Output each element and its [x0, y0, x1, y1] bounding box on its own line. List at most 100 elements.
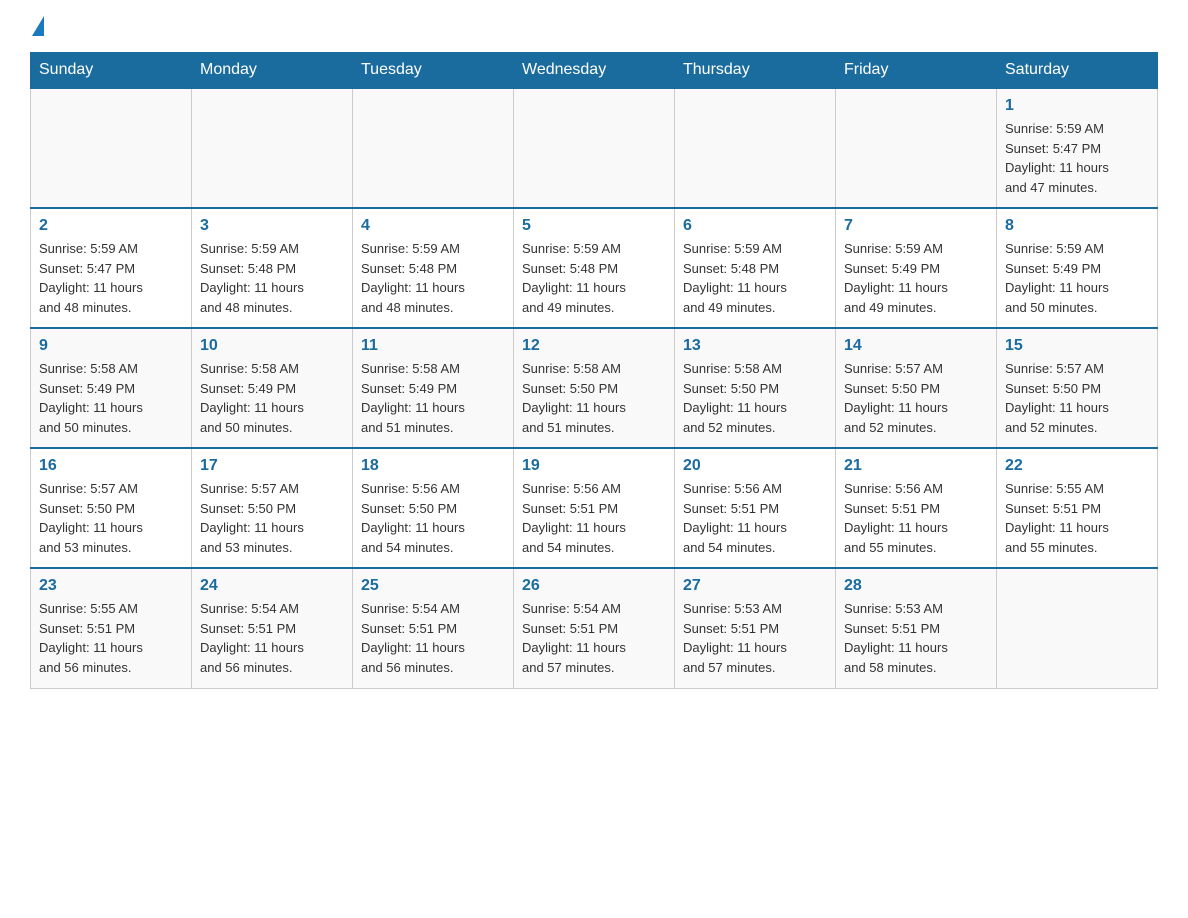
calendar-cell: 23 Sunrise: 5:55 AMSunset: 5:51 PMDayligh…	[31, 568, 192, 688]
calendar-cell	[353, 88, 514, 208]
calendar-cell: 15 Sunrise: 5:57 AMSunset: 5:50 PMDayligh…	[997, 328, 1158, 448]
calendar-cell: 4 Sunrise: 5:59 AMSunset: 5:48 PMDaylight…	[353, 208, 514, 328]
day-info: Sunrise: 5:59 AMSunset: 5:47 PMDaylight:…	[1005, 119, 1149, 197]
day-header-sunday: Sunday	[31, 53, 192, 89]
day-number: 1	[1005, 97, 1149, 115]
day-info: Sunrise: 5:58 AMSunset: 5:50 PMDaylight:…	[522, 359, 666, 437]
calendar-cell: 1 Sunrise: 5:59 AMSunset: 5:47 PMDaylight…	[997, 88, 1158, 208]
calendar-table: SundayMondayTuesdayWednesdayThursdayFrid…	[30, 52, 1158, 689]
day-info: Sunrise: 5:58 AMSunset: 5:49 PMDaylight:…	[200, 359, 344, 437]
calendar-cell: 19 Sunrise: 5:56 AMSunset: 5:51 PMDayligh…	[514, 448, 675, 568]
day-header-saturday: Saturday	[997, 53, 1158, 89]
calendar-cell	[997, 568, 1158, 688]
day-number: 18	[361, 457, 505, 475]
day-number: 21	[844, 457, 988, 475]
day-info: Sunrise: 5:57 AMSunset: 5:50 PMDaylight:…	[844, 359, 988, 437]
day-info: Sunrise: 5:59 AMSunset: 5:48 PMDaylight:…	[200, 239, 344, 317]
day-header-tuesday: Tuesday	[353, 53, 514, 89]
day-number: 20	[683, 457, 827, 475]
day-number: 19	[522, 457, 666, 475]
day-number: 5	[522, 217, 666, 235]
calendar-cell	[514, 88, 675, 208]
day-info: Sunrise: 5:58 AMSunset: 5:49 PMDaylight:…	[361, 359, 505, 437]
day-info: Sunrise: 5:59 AMSunset: 5:48 PMDaylight:…	[522, 239, 666, 317]
day-info: Sunrise: 5:55 AMSunset: 5:51 PMDaylight:…	[39, 599, 183, 677]
day-number: 13	[683, 337, 827, 355]
calendar-cell	[675, 88, 836, 208]
calendar-cell: 24 Sunrise: 5:54 AMSunset: 5:51 PMDayligh…	[192, 568, 353, 688]
day-number: 11	[361, 337, 505, 355]
day-number: 22	[1005, 457, 1149, 475]
day-info: Sunrise: 5:53 AMSunset: 5:51 PMDaylight:…	[683, 599, 827, 677]
week-row-2: 2 Sunrise: 5:59 AMSunset: 5:47 PMDaylight…	[31, 208, 1158, 328]
calendar-cell: 26Sunrise: 5:54 AMSunset: 5:51 PMDayligh…	[514, 568, 675, 688]
calendar-cell: 7Sunrise: 5:59 AMSunset: 5:49 PMDaylight…	[836, 208, 997, 328]
calendar-cell: 28Sunrise: 5:53 AMSunset: 5:51 PMDayligh…	[836, 568, 997, 688]
day-header-monday: Monday	[192, 53, 353, 89]
day-header-thursday: Thursday	[675, 53, 836, 89]
day-header-wednesday: Wednesday	[514, 53, 675, 89]
week-row-5: 23 Sunrise: 5:55 AMSunset: 5:51 PMDayligh…	[31, 568, 1158, 688]
day-info: Sunrise: 5:55 AMSunset: 5:51 PMDaylight:…	[1005, 479, 1149, 557]
calendar-cell: 20 Sunrise: 5:56 AMSunset: 5:51 PMDayligh…	[675, 448, 836, 568]
day-number: 10	[200, 337, 344, 355]
day-header-friday: Friday	[836, 53, 997, 89]
logo-text	[30, 20, 46, 40]
calendar-cell: 6 Sunrise: 5:59 AMSunset: 5:48 PMDaylight…	[675, 208, 836, 328]
day-number: 8	[1005, 217, 1149, 235]
logo-triangle-icon	[32, 16, 44, 36]
calendar-cell: 25Sunrise: 5:54 AMSunset: 5:51 PMDayligh…	[353, 568, 514, 688]
day-info: Sunrise: 5:56 AMSunset: 5:51 PMDaylight:…	[522, 479, 666, 557]
day-info: Sunrise: 5:54 AMSunset: 5:51 PMDaylight:…	[200, 599, 344, 677]
calendar-cell: 3 Sunrise: 5:59 AMSunset: 5:48 PMDaylight…	[192, 208, 353, 328]
day-number: 2	[39, 217, 183, 235]
day-info: Sunrise: 5:57 AMSunset: 5:50 PMDaylight:…	[1005, 359, 1149, 437]
calendar-cell: 8 Sunrise: 5:59 AMSunset: 5:49 PMDaylight…	[997, 208, 1158, 328]
day-number: 27	[683, 577, 827, 595]
day-number: 12	[522, 337, 666, 355]
day-info: Sunrise: 5:56 AMSunset: 5:50 PMDaylight:…	[361, 479, 505, 557]
day-info: Sunrise: 5:57 AMSunset: 5:50 PMDaylight:…	[200, 479, 344, 557]
day-number: 15	[1005, 337, 1149, 355]
day-info: Sunrise: 5:58 AMSunset: 5:50 PMDaylight:…	[683, 359, 827, 437]
calendar-cell: 16Sunrise: 5:57 AMSunset: 5:50 PMDayligh…	[31, 448, 192, 568]
day-info: Sunrise: 5:59 AMSunset: 5:48 PMDaylight:…	[683, 239, 827, 317]
day-number: 9	[39, 337, 183, 355]
day-number: 16	[39, 457, 183, 475]
day-number: 17	[200, 457, 344, 475]
page-header	[30, 20, 1158, 36]
day-number: 23	[39, 577, 183, 595]
day-number: 24	[200, 577, 344, 595]
day-info: Sunrise: 5:56 AMSunset: 5:51 PMDaylight:…	[844, 479, 988, 557]
calendar-cell: 27 Sunrise: 5:53 AMSunset: 5:51 PMDayligh…	[675, 568, 836, 688]
day-info: Sunrise: 5:59 AMSunset: 5:49 PMDaylight:…	[844, 239, 988, 317]
calendar-cell: 9Sunrise: 5:58 AMSunset: 5:49 PMDaylight…	[31, 328, 192, 448]
day-number: 3	[200, 217, 344, 235]
calendar-cell: 5 Sunrise: 5:59 AMSunset: 5:48 PMDaylight…	[514, 208, 675, 328]
calendar-cell: 18 Sunrise: 5:56 AMSunset: 5:50 PMDayligh…	[353, 448, 514, 568]
calendar-cell	[192, 88, 353, 208]
day-info: Sunrise: 5:56 AMSunset: 5:51 PMDaylight:…	[683, 479, 827, 557]
day-info: Sunrise: 5:59 AMSunset: 5:48 PMDaylight:…	[361, 239, 505, 317]
calendar-cell: 14 Sunrise: 5:57 AMSunset: 5:50 PMDayligh…	[836, 328, 997, 448]
calendar-cell: 22 Sunrise: 5:55 AMSunset: 5:51 PMDayligh…	[997, 448, 1158, 568]
day-info: Sunrise: 5:59 AMSunset: 5:49 PMDaylight:…	[1005, 239, 1149, 317]
calendar-cell: 13 Sunrise: 5:58 AMSunset: 5:50 PMDayligh…	[675, 328, 836, 448]
week-row-3: 9 Sunrise: 5:58 AMSunset: 5:49 PMDaylight…	[31, 328, 1158, 448]
week-row-1: 1 Sunrise: 5:59 AMSunset: 5:47 PMDaylight…	[31, 88, 1158, 208]
day-number: 14	[844, 337, 988, 355]
week-row-4: 16 Sunrise: 5:57 AMSunset: 5:50 PMDayligh…	[31, 448, 1158, 568]
day-info: Sunrise: 5:54 AMSunset: 5:51 PMDaylight:…	[522, 599, 666, 677]
day-number: 25	[361, 577, 505, 595]
day-number: 6	[683, 217, 827, 235]
calendar-cell: 12 Sunrise: 5:58 AMSunset: 5:50 PMDayligh…	[514, 328, 675, 448]
calendar-cell: 2 Sunrise: 5:59 AMSunset: 5:47 PMDaylight…	[31, 208, 192, 328]
day-number: 28	[844, 577, 988, 595]
calendar-cell: 21 Sunrise: 5:56 AMSunset: 5:51 PMDayligh…	[836, 448, 997, 568]
day-number: 4	[361, 217, 505, 235]
calendar-cell	[836, 88, 997, 208]
header-row: SundayMondayTuesdayWednesdayThursdayFrid…	[31, 53, 1158, 89]
calendar-cell: 11 Sunrise: 5:58 AMSunset: 5:49 PMDayligh…	[353, 328, 514, 448]
calendar-cell: 10 Sunrise: 5:58 AMSunset: 5:49 PMDayligh…	[192, 328, 353, 448]
day-info: Sunrise: 5:59 AMSunset: 5:47 PMDaylight:…	[39, 239, 183, 317]
